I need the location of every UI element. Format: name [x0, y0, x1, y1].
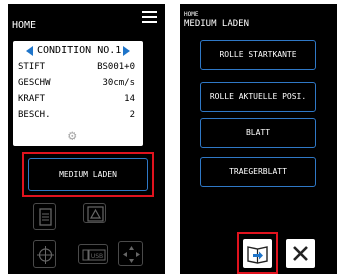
traegerblatt-button[interactable]: TRAEGERBLATT: [200, 157, 316, 187]
condition-label: CONDITION NO.1: [37, 45, 122, 56]
rolle-startkante-button[interactable]: ROLLE STARTKANTE: [200, 40, 316, 70]
triangle-test-icon[interactable]: [83, 203, 106, 223]
blatt-button[interactable]: BLATT: [200, 118, 316, 148]
arrow-left-icon[interactable]: [26, 46, 33, 56]
menu-icon[interactable]: [142, 11, 157, 26]
document-icon[interactable]: [33, 203, 56, 230]
usb-icon[interactable]: USB: [78, 244, 108, 264]
crosshair-icon[interactable]: [33, 240, 56, 268]
page-title: HOME: [12, 20, 37, 31]
param-value: BS001+0: [97, 62, 135, 72]
param-key: GESCHW: [18, 78, 51, 88]
param-value: 14: [124, 94, 135, 104]
breadcrumb: HOME: [184, 11, 199, 18]
condition-panel: CONDITION NO.1 STIFT BS001+0 GESCHW 30cm…: [13, 41, 143, 146]
param-row-stift: STIFT BS001+0: [18, 62, 135, 74]
svg-text:USB: USB: [91, 253, 103, 260]
home-screen: HOME CONDITION NO.1 STIFT BS001+0 GESCHW…: [8, 4, 165, 274]
move-arrows-icon[interactable]: [118, 241, 143, 266]
medium-laden-screen: HOME MEDIUM LADEN ROLLE STARTKANTE ROLLE…: [180, 4, 337, 274]
param-row-besch: BESCH. 2: [18, 110, 135, 122]
page-title: MEDIUM LADEN: [184, 19, 250, 29]
param-value: 30cm/s: [102, 78, 135, 88]
gear-icon[interactable]: ⚙: [68, 129, 76, 143]
book-load-icon[interactable]: [243, 239, 272, 268]
param-row-kraft: KRAFT 14: [18, 94, 135, 106]
param-value: 2: [129, 110, 135, 120]
arrow-right-icon[interactable]: [123, 46, 130, 56]
param-key: BESCH.: [18, 110, 51, 120]
close-icon[interactable]: [286, 239, 315, 268]
param-row-geschw: GESCHW 30cm/s: [18, 78, 135, 90]
param-key: STIFT: [18, 62, 46, 72]
condition-selector: CONDITION NO.1: [13, 45, 143, 58]
rolle-aktuelle-posi-button[interactable]: ROLLE AKTUELLE POSI.: [200, 82, 316, 112]
medium-laden-button[interactable]: MEDIUM LADEN: [28, 158, 148, 191]
param-key: KRAFT: [18, 94, 46, 104]
